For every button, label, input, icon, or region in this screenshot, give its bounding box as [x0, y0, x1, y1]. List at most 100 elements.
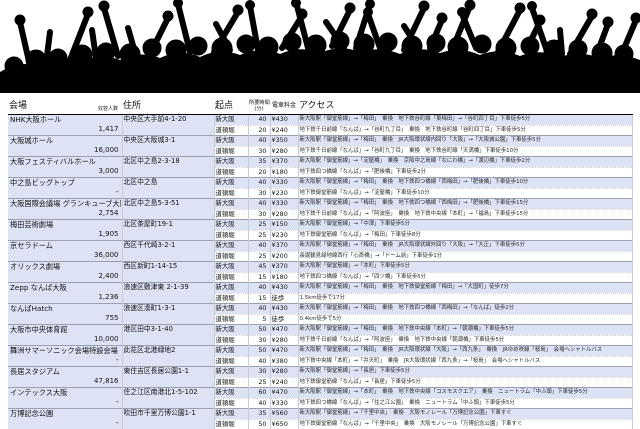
- route-access: 地下鉄千日前線「なんば」→「谷町九丁目」 乗換 地下鉄谷町線「天満橋」下車徒歩1…: [298, 146, 632, 157]
- route-time: 25: [248, 230, 270, 241]
- route-time: 5: [248, 314, 270, 325]
- route-start: 新大阪: [214, 199, 248, 210]
- route-fare: ¥380: [270, 356, 298, 367]
- table-row: オリックス劇場2,400 西区新町1-14-15 新大阪 45 ¥370 新大阪…: [8, 262, 632, 273]
- route-time: 40: [248, 136, 270, 147]
- venue-address: 浪速区敷津東 2-1-39: [122, 283, 214, 304]
- table-header-row: 会場 収容人数 住所 起点 所要時間 (分) 電車料金 アクセス: [8, 97, 632, 115]
- route-access: 新大阪駅「御堂筋線」→「梅田」 乗換 地下鉄四つ橋線「西梅田」→「肥後橋」下車徒…: [298, 199, 632, 210]
- route-access: 新大阪駅「御堂筋線」→「本町」 乗換 地下鉄中央線「コスモスクエア」 乗換 ニュ…: [298, 388, 632, 399]
- route-access: 新大阪駅「御堂筋線」→「梅田」 乗換 地下鉄四つ橋線「西梅田」→「肥後橋」下車徒…: [298, 178, 632, 189]
- route-access: 1.5km徒歩で17分: [298, 293, 632, 304]
- route-access: 新大阪駅「御堂筋線」→「梅田」 乗換 地下鉄四つ橋線「西梅田」→「なんば」徒歩2…: [298, 304, 632, 315]
- route-access: 地下鉄御堂筋線「なんば」→「千里中央」 乗換 大阪モノレール「万博記念公園」下車…: [298, 419, 632, 429]
- header-capacity-label: 収容人数: [98, 105, 118, 113]
- route-fare: ¥280: [270, 146, 298, 157]
- route-start: 道頓堀: [214, 419, 248, 429]
- route-time: 20: [248, 167, 270, 178]
- table-row: 大阪国際会議場 グランキューブ大阪2,754 北区中之島5-3-51 新大阪 4…: [8, 199, 632, 210]
- header-access: アクセス: [298, 97, 632, 115]
- route-access: 新大阪駅「御堂筋線」→「千里中央」 乗換 大阪モノレール「万博記念公園」下車すぐ: [298, 409, 632, 420]
- route-start: 道頓堀: [214, 251, 248, 262]
- route-time: 40: [248, 241, 270, 252]
- table-row: 梅田芸術劇場1,905 北区茶屋町19-1 新大阪 25 ¥150 新大阪駅「御…: [8, 220, 632, 231]
- header-time: 所要時間 (分): [248, 97, 270, 115]
- route-fare: ¥650: [270, 419, 298, 429]
- venue-capacity: -: [116, 419, 119, 428]
- route-fare: ¥430: [270, 304, 298, 315]
- route-time: 40: [248, 304, 270, 315]
- route-access: 地下鉄中央線「本町」→「弁天町」 乗換 JR大阪環状線「西九条」→「桜島」 会場…: [298, 356, 632, 367]
- route-start: 新大阪: [214, 157, 248, 168]
- route-start: 道頓堀: [214, 356, 248, 367]
- route-fare: 徒歩: [270, 314, 298, 325]
- route-fare: ¥150: [270, 220, 298, 231]
- route-time: 15: [248, 272, 270, 283]
- venue-name: 大阪国際会議場 グランキューブ大阪: [10, 199, 121, 208]
- header-time-unit: (分): [249, 106, 269, 112]
- route-fare: ¥560: [270, 409, 298, 420]
- header-fare: 電車料金: [270, 97, 298, 115]
- venue-capacity: 3,000: [98, 167, 118, 176]
- venue-capacity: 1,236: [98, 293, 118, 302]
- venue-cell: NHK大阪ホール1,417: [8, 115, 122, 136]
- route-access: 新大阪駅「御堂筋線」→「梅田」 乗換 地下鉄谷町線「東梅田」→「谷町四丁目」下車…: [298, 115, 632, 126]
- route-time: 50: [248, 325, 270, 336]
- venue-cell: 大阪フェスティバルホール3,000: [8, 157, 122, 178]
- route-start: 道頓堀: [214, 377, 248, 388]
- venue-capacity: 1,905: [98, 230, 118, 239]
- route-start: 道頓堀: [214, 209, 248, 220]
- route-fare: ¥280: [270, 367, 298, 378]
- venue-cell: 舞洲サマーソニック会場特設会場-: [8, 346, 122, 367]
- route-fare: ¥370: [270, 157, 298, 168]
- route-access: 新大阪駅「御堂筋線」→「長居」下車徒歩5分: [298, 367, 632, 378]
- venue-address: 浪速区湊町1-3-1: [122, 304, 214, 325]
- route-fare: ¥230: [270, 230, 298, 241]
- venue-name: 万博記念公園: [10, 409, 121, 418]
- venue-address: 港区田中3-1-40: [122, 325, 214, 346]
- header-time-label: 所要時間: [249, 100, 269, 106]
- route-fare: ¥430: [270, 115, 298, 126]
- venue-capacity: 1,417: [98, 125, 118, 134]
- route-fare: ¥370: [270, 241, 298, 252]
- route-fare: ¥240: [270, 377, 298, 388]
- route-access: 新大阪駅「御堂筋線」→「梅田」 乗換 JR大阪環状線内回り「大阪」→「大阪城公園…: [298, 136, 632, 147]
- route-fare: ¥280: [270, 335, 298, 346]
- route-access: 地下鉄御堂筋線「なんば」→「長居」下車徒歩5分: [298, 377, 632, 388]
- table-row: 大阪市中央体育館10,000 港区田中3-1-40 新大阪 50 ¥470 新大…: [8, 325, 632, 336]
- header-venue: 会場 収容人数: [8, 97, 122, 115]
- route-start: 新大阪: [214, 283, 248, 294]
- route-fare: ¥370: [270, 262, 298, 273]
- route-fare: ¥240: [270, 125, 298, 136]
- venue-cell: 長居スタジアム47,816: [8, 367, 122, 388]
- venue-address: 北区茶屋町19-1: [122, 220, 214, 241]
- route-start: 新大阪: [214, 304, 248, 315]
- table-row: 舞洲サマーソニック会場特設会場- 此花区北港緑地2 新大阪 50 ¥470 新大…: [8, 346, 632, 357]
- route-access: 新大阪駅「御堂筋線」→「本町」下車徒歩5分: [298, 262, 632, 273]
- venue-capacity: 47,816: [94, 377, 119, 386]
- venue-name: Zepp なんば大阪: [10, 283, 121, 292]
- table-row: 大阪城ホール16,000 中央区大阪城3-1 新大阪 40 ¥350 新大阪駅「…: [8, 136, 632, 147]
- route-time: 40: [248, 283, 270, 294]
- route-time: 50: [248, 346, 270, 357]
- route-start: 新大阪: [214, 220, 248, 231]
- venue-cell: 大阪城ホール16,000: [8, 136, 122, 157]
- route-start: 道頓堀: [214, 335, 248, 346]
- route-fare: ¥470: [270, 346, 298, 357]
- venue-name: 舞洲サマーソニック会場特設会場: [10, 346, 121, 355]
- route-access: 地下鉄千日前線「なんば」→「阿波座」 乗換 地下鉄中央線「本町」→「福島」下車徒…: [298, 209, 632, 220]
- table-row: Zepp なんば大阪1,236 浪速区敷津東 2-1-39 新大阪 40 ¥43…: [8, 283, 632, 294]
- crowd-silhouette-banner: [0, 0, 640, 96]
- route-time: 35: [248, 409, 270, 420]
- route-fare: ¥470: [270, 325, 298, 336]
- venue-name: 長居スタジアム: [10, 367, 121, 376]
- route-start: 道頓堀: [214, 146, 248, 157]
- route-fare: ¥230: [270, 188, 298, 199]
- venue-address: 北区中之島2-3-18: [122, 157, 214, 178]
- route-access: 新大阪駅「御堂筋線」→「梅田」 乗換 JR大阪環状線「大阪」→「西九条」 乗換 …: [298, 346, 632, 357]
- venue-name: 京セラドーム: [10, 241, 121, 250]
- header-address: 住所: [122, 97, 214, 115]
- route-access: 地下鉄千日前線「なんば」→「谷町九丁目」 乗換 地下鉄谷町線「谷町四丁目」下車徒…: [298, 125, 632, 136]
- route-access: 地下鉄四つ橋線「なんば」→「肥後橋」下車徒歩2分: [298, 167, 632, 178]
- venue-access-table: 会場 収容人数 住所 起点 所要時間 (分) 電車料金 アクセス NHK大阪ホー…: [8, 97, 633, 429]
